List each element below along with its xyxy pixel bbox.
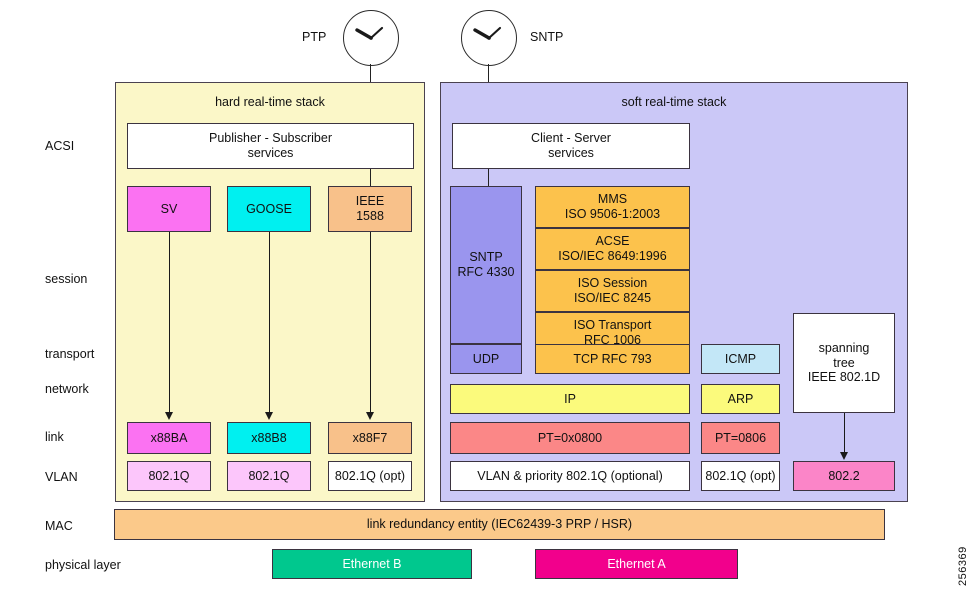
ethertype-box-x88f7: x88F7 [328,422,412,454]
iso-transport-line1: ISO Transport [573,317,652,332]
pub-sub-line2: services [247,146,294,160]
arp-box: ARP [701,384,780,414]
iso-session-line1: ISO Session [577,275,648,290]
protocol-label-ieee1588-line2: 1588 [356,209,384,223]
goose-to-ethertype-arrow-head [264,412,273,420]
vlan-box-sv: 802.1Q [127,461,211,491]
client-server-line2: services [548,146,594,160]
ethertype-label-x88b8: x88B8 [251,430,287,445]
client-server-line1: Client - Server [531,130,611,145]
acse-box: ACSE ISO/IEC 8649:1996 [535,228,690,270]
iso-session-line2: ISO/IEC 8245 [573,291,652,305]
link-redundancy-entity-label: link redundancy entity (IEC62439-3 PRP /… [366,517,633,532]
pt-ip-box: PT=0x0800 [450,422,690,454]
mms-line2: ISO 9506-1:2003 [564,207,661,221]
llc-802-2-label: 802.2 [828,468,860,483]
row-label-transport: transport [45,347,95,361]
spanning-tree-line3: IEEE 802.1D [807,370,881,385]
pt-ip-label: PT=0x0800 [537,430,603,445]
sntp-line1: SNTP [469,249,503,264]
vlan-label-sv: 802.1Q [148,468,190,483]
protocol-label-ieee1588-line1: IEEE [355,193,385,208]
publisher-subscriber-services-box: Publisher - Subscriber services [127,123,414,169]
protocol-box-ieee1588: IEEE 1588 [328,186,412,232]
vlan-priority-label: VLAN & priority 802.1Q (optional) [477,468,663,483]
protocol-box-goose: GOOSE [227,186,311,232]
iso-session-box: ISO Session ISO/IEC 8245 [535,270,690,312]
sv-to-ethertype-arrow-line [169,232,170,413]
services-to-ieee1588-connector [370,169,371,186]
mms-line1: MMS [597,191,628,206]
acse-line2: ISO/IEC 8649:1996 [558,249,667,263]
row-label-link: link [45,430,64,444]
spanning-tree-to-llc-arrow-line [844,413,845,453]
row-label-session: session [45,272,88,286]
arp-label: ARP [727,391,754,406]
sntp-clock-label: SNTP [530,30,564,44]
vlan-arp-box: 802.1Q (opt) [701,461,780,491]
icmp-box: ICMP [701,344,780,374]
udp-box: UDP [450,344,522,374]
spanning-tree-to-llc-arrow-head [839,452,848,460]
row-label-network: network [45,382,89,396]
icmp-label: ICMP [724,351,757,366]
ethernet-b-label: Ethernet B [342,556,402,571]
spanning-tree-line1: spanning [818,340,870,355]
vlan-priority-box: VLAN & priority 802.1Q (optional) [450,461,690,491]
ptp-clock-icon [343,10,399,66]
services-to-sntp-connector [488,169,489,186]
sntp-clock-icon [461,10,517,66]
pt-arp-label: PT=0806 [714,430,767,445]
ethertype-label-x88ba: x88BA [150,430,188,445]
sntp-box: SNTP RFC 4330 [450,186,522,344]
figure-reference-number: 256369 [957,546,969,586]
ptp-clock-label: PTP [302,30,327,44]
tcp-label: TCP RFC 793 [573,351,652,366]
ethertype-box-x88b8: x88B8 [227,422,311,454]
row-label-physical: physical layer [45,558,121,572]
pub-sub-line1: Publisher - Subscriber [209,130,332,145]
soft-real-time-stack-title: soft real-time stack [621,95,727,109]
ethernet-b-port-box: Ethernet B [272,549,472,579]
ip-box: IP [450,384,690,414]
tcp-box: TCP RFC 793 [535,344,690,374]
spanning-tree-line2: tree [833,355,855,370]
vlan-box-goose: 802.1Q [227,461,311,491]
row-label-vlan: VLAN [45,470,78,484]
sntp-line2: RFC 4330 [457,265,515,279]
ethernet-a-label: Ethernet A [607,556,666,571]
pt-arp-box: PT=0806 [701,422,780,454]
spanning-tree-box: spanning tree IEEE 802.1D [793,313,895,413]
udp-label: UDP [472,351,500,366]
row-label-mac: MAC [45,519,73,533]
protocol-label-sv: SV [160,201,178,216]
llc-802-2-box: 802.2 [793,461,895,491]
vlan-arp-label: 802.1Q (opt) [705,468,776,483]
protocol-label-goose: GOOSE [246,201,292,216]
client-server-services-box: Client - Server services [452,123,690,169]
mms-box: MMS ISO 9506-1:2003 [535,186,690,228]
ethertype-label-x88f7: x88F7 [352,430,388,445]
sv-to-ethertype-arrow-head [164,412,173,420]
acse-line1: ACSE [595,233,630,248]
ieee1588-to-ethertype-arrow-line [370,232,371,413]
protocol-stack-diagram: PTP SNTP ACSI session transport network … [0,0,974,592]
ip-label: IP [564,391,576,406]
hard-real-time-stack-title: hard real-time stack [215,95,325,109]
protocol-box-sv: SV [127,186,211,232]
vlan-label-goose: 802.1Q [248,468,290,483]
link-redundancy-entity-box: link redundancy entity (IEC62439-3 PRP /… [114,509,885,540]
vlan-label-ieee1588: 802.1Q (opt) [334,468,406,483]
ethernet-a-port-box: Ethernet A [535,549,738,579]
vlan-box-ieee1588: 802.1Q (opt) [328,461,412,491]
row-label-acsi: ACSI [45,139,75,153]
goose-to-ethertype-arrow-line [269,232,270,413]
ethertype-box-x88ba: x88BA [127,422,211,454]
ieee1588-to-ethertype-arrow-head [365,412,374,420]
